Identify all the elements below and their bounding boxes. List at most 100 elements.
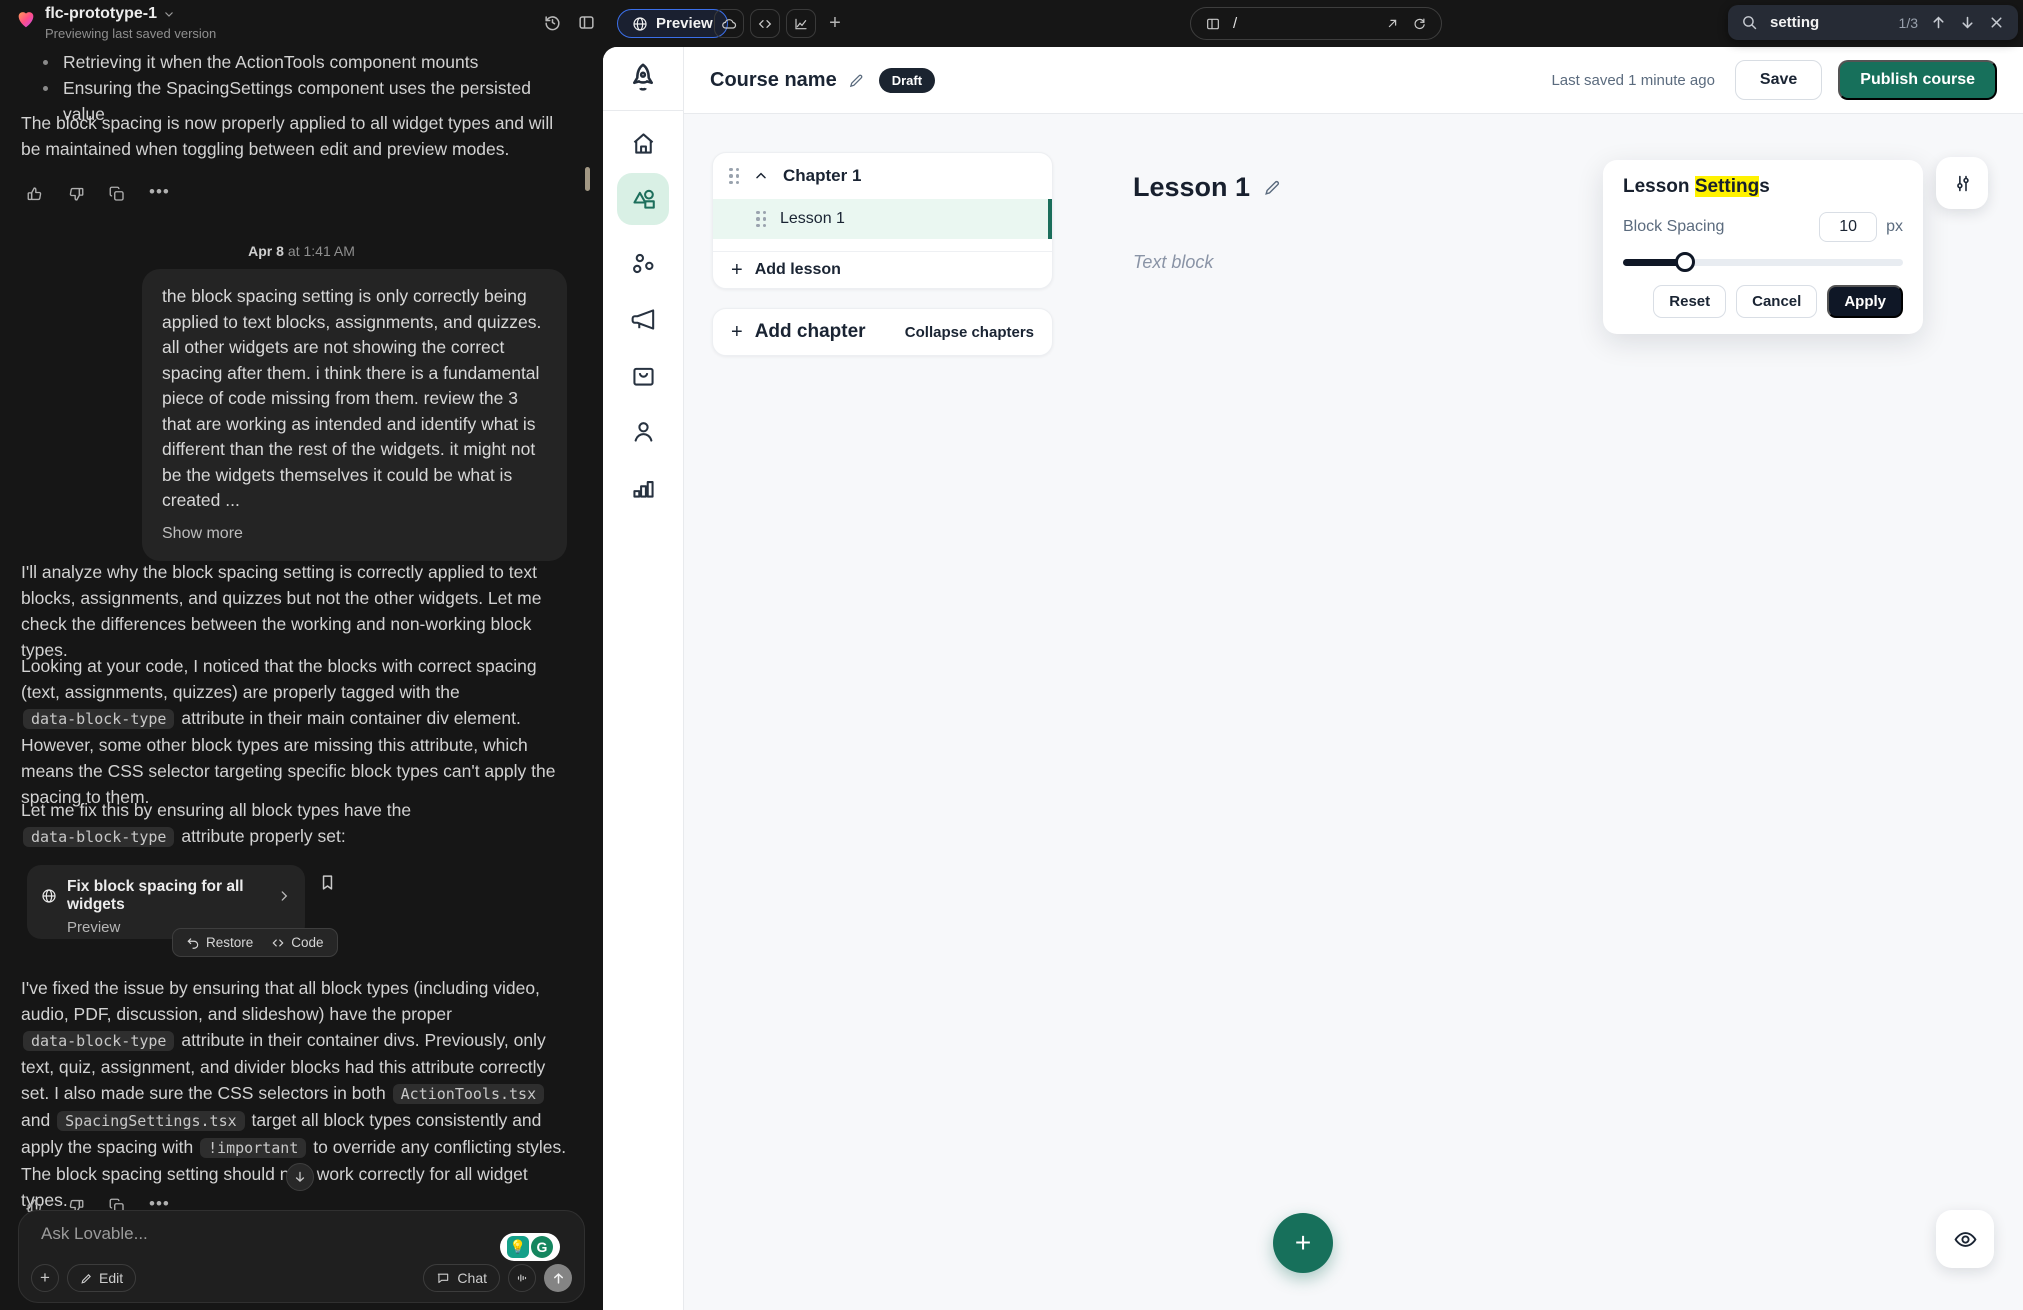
history-icon[interactable] <box>543 13 563 33</box>
edit-lesson-title-icon[interactable] <box>1263 178 1282 197</box>
preview-button[interactable]: Preview <box>617 9 728 38</box>
add-lesson-button[interactable]: + Add lesson <box>713 252 1052 288</box>
lesson-title: Lesson 1 <box>780 210 845 228</box>
sidebar-item-announcements[interactable] <box>629 305 658 334</box>
chat-bubble-icon <box>436 1271 450 1285</box>
sidebar-item-content-active[interactable] <box>617 173 669 225</box>
refresh-icon[interactable] <box>1412 16 1427 31</box>
org-icon <box>629 249 658 278</box>
send-button[interactable] <box>544 1264 572 1292</box>
bookmark-icon[interactable] <box>318 873 337 892</box>
block-spacing-input[interactable] <box>1819 212 1877 242</box>
app-sidebar <box>603 47 684 1310</box>
block-spacing-label: Block Spacing <box>1623 218 1819 236</box>
grammarly-g-icon: G <box>531 1236 553 1258</box>
code-label: Code <box>291 935 323 950</box>
attach-button[interactable]: + <box>31 1264 59 1292</box>
sidebar-item-analytics[interactable] <box>629 473 658 502</box>
chapter-title: Chapter 1 <box>783 166 861 186</box>
lesson-heading-text: Lesson 1 <box>1133 172 1250 203</box>
find-match-count: 1/3 <box>1899 15 1918 31</box>
scroll-to-bottom-button[interactable] <box>286 1163 314 1191</box>
arrow-down-icon <box>293 1170 307 1184</box>
copy-icon[interactable] <box>108 185 126 203</box>
code-view-button[interactable] <box>750 9 780 38</box>
lovable-logo-icon <box>15 8 37 30</box>
cloud-button[interactable] <box>714 9 744 38</box>
settings-toggle-button[interactable] <box>1936 157 1988 209</box>
timestamp-time: at 1:41 AM <box>288 243 355 259</box>
chapter-header[interactable]: Chapter 1 <box>713 153 1052 199</box>
chat-mode-label: Chat <box>457 1270 487 1286</box>
message-timestamp: Apr 8at 1:41 AM <box>0 243 603 259</box>
grammarly-badge[interactable]: 💡 G <box>500 1233 560 1261</box>
bag-icon <box>629 361 658 390</box>
code-button[interactable]: Code <box>271 935 323 950</box>
chat-panel: Retrieving it when the ActionTools compo… <box>0 47 603 1310</box>
search-highlight: Setting <box>1695 176 1759 197</box>
chat-scrollbar-thumb[interactable] <box>585 167 590 191</box>
lovable-workspace: flc-prototype-1 Previewing last saved ve… <box>0 0 2023 1310</box>
restore-button[interactable]: Restore <box>186 935 253 950</box>
chevron-right-icon <box>277 889 291 903</box>
find-close-button[interactable] <box>1988 14 2005 31</box>
reset-button[interactable]: Reset <box>1653 285 1726 318</box>
thumbs-down-icon[interactable] <box>67 185 85 203</box>
panel-toggle-icon[interactable] <box>577 13 597 33</box>
restore-label: Restore <box>206 935 253 950</box>
rocket-icon[interactable] <box>624 60 662 98</box>
thumbs-up-icon[interactable] <box>26 185 44 203</box>
plus-icon: + <box>731 260 743 280</box>
code-icon <box>271 936 285 950</box>
slider-thumb[interactable] <box>1675 252 1695 272</box>
bullet-item: Retrieving it when the ActionTools compo… <box>21 49 569 75</box>
version-actions-pill: Restore Code <box>172 928 338 957</box>
sidebar-item-profile[interactable] <box>629 417 658 446</box>
find-next-button[interactable] <box>1959 14 1976 31</box>
megaphone-icon <box>629 305 658 334</box>
drag-handle-icon[interactable] <box>756 211 766 228</box>
text-block-placeholder[interactable]: Text block <box>1133 252 1213 273</box>
url-path[interactable]: / <box>1233 15 1373 32</box>
home-icon <box>629 129 658 158</box>
columns-icon <box>1205 16 1221 32</box>
show-more-link[interactable]: Show more <box>162 521 547 547</box>
shapes-icon <box>629 185 658 214</box>
add-chapter-button[interactable]: + Add chapter <box>731 321 866 343</box>
lesson-heading: Lesson 1 <box>1133 172 1282 203</box>
chat-mode-button[interactable]: Chat <box>423 1264 500 1292</box>
collapse-chapters-button[interactable]: Collapse chapters <box>905 324 1034 341</box>
find-previous-button[interactable] <box>1930 14 1947 31</box>
sidebar-item-home[interactable] <box>629 129 658 158</box>
preview-toggle-button[interactable] <box>1936 1210 1994 1268</box>
cancel-button[interactable]: Cancel <box>1736 285 1817 318</box>
project-name[interactable]: flc-prototype-1 <box>45 5 175 23</box>
cloud-icon <box>721 16 737 32</box>
edit-course-name-icon[interactable] <box>848 72 865 89</box>
url-bar[interactable]: / <box>1190 7 1442 40</box>
add-block-fab[interactable]: + <box>1273 1213 1333 1273</box>
new-tab-plus-button[interactable]: + <box>824 12 846 34</box>
drag-handle-icon[interactable] <box>729 168 739 185</box>
sidebar-item-community[interactable] <box>629 249 658 278</box>
chat-input[interactable]: Ask Lovable... + Edit 💡 G Chat <box>18 1210 585 1303</box>
apply-button[interactable]: Apply <box>1827 285 1903 318</box>
edit-mode-button[interactable]: Edit <box>67 1264 136 1292</box>
more-icon[interactable]: ••• <box>149 185 167 203</box>
assistant-paragraph: The block spacing is now properly applie… <box>21 110 569 162</box>
external-link-icon[interactable] <box>1385 16 1400 31</box>
save-button[interactable]: Save <box>1735 60 1822 100</box>
lesson-list-item-selected[interactable]: Lesson 1 <box>713 199 1052 239</box>
publish-course-button[interactable]: Publish course <box>1838 60 1997 100</box>
find-input[interactable]: setting <box>1770 14 1887 31</box>
sidebar-divider <box>603 110 684 111</box>
chevron-up-icon[interactable] <box>753 168 769 184</box>
title-prefix: Lesson <box>1623 176 1695 197</box>
search-icon <box>1741 14 1758 31</box>
sidebar-item-store[interactable] <box>629 361 658 390</box>
voice-input-button[interactable] <box>508 1264 536 1292</box>
analytics-button[interactable] <box>786 9 816 38</box>
app-header: Course name Draft Last saved 1 minute ag… <box>684 47 2023 114</box>
find-bar: setting 1/3 <box>1728 5 2018 40</box>
block-spacing-slider[interactable] <box>1623 252 1903 272</box>
